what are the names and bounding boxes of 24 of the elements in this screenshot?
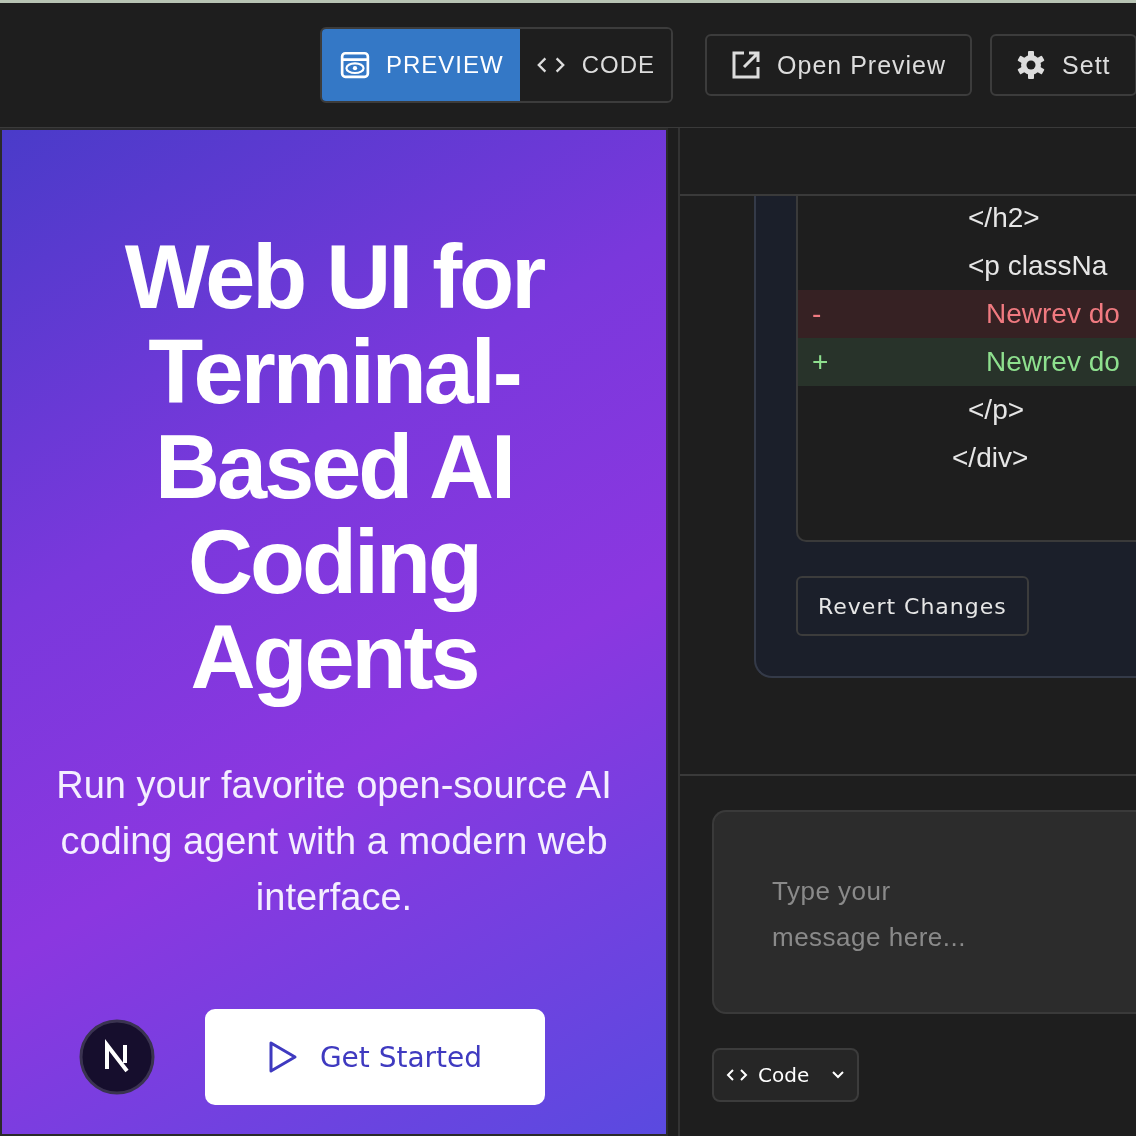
code-line: </h2> xyxy=(968,202,1040,234)
added-marker: + xyxy=(811,346,830,378)
code-line: </p> xyxy=(968,394,1025,426)
removed-marker: - xyxy=(811,298,823,330)
open-preview-button[interactable]: Open Preview xyxy=(705,34,973,96)
mode-dropdown[interactable]: Code xyxy=(712,1048,860,1102)
removed-code-line: Newrev do xyxy=(986,298,1120,330)
settings-button[interactable]: Sett xyxy=(990,34,1136,96)
chevron-down-icon xyxy=(831,1070,846,1080)
hero-subtitle: Run your favorite open-source AI coding agent with a modern web interface. xyxy=(55,763,613,920)
eye-icon xyxy=(340,50,370,80)
code-line: <p classNa xyxy=(968,250,1108,282)
code-icon xyxy=(726,1068,748,1082)
get-started-button[interactable]: Get Started xyxy=(205,1009,545,1105)
revert-changes-button[interactable]: Revert Changes xyxy=(796,576,1029,636)
added-code-line: Newrev do xyxy=(986,346,1120,378)
logo-icon[interactable] xyxy=(79,1019,155,1095)
settings-icon xyxy=(1016,50,1047,80)
hero-headline: Web UI for Terminal-Based AI Coding Agents xyxy=(123,230,545,705)
external-link-icon xyxy=(731,50,762,80)
message-input-field[interactable]: Type your message here... xyxy=(712,810,1136,1014)
view-tab[interactable]: PREVIEW xyxy=(322,29,520,101)
code-line: </div> xyxy=(952,442,1029,474)
play-icon xyxy=(267,1040,298,1074)
